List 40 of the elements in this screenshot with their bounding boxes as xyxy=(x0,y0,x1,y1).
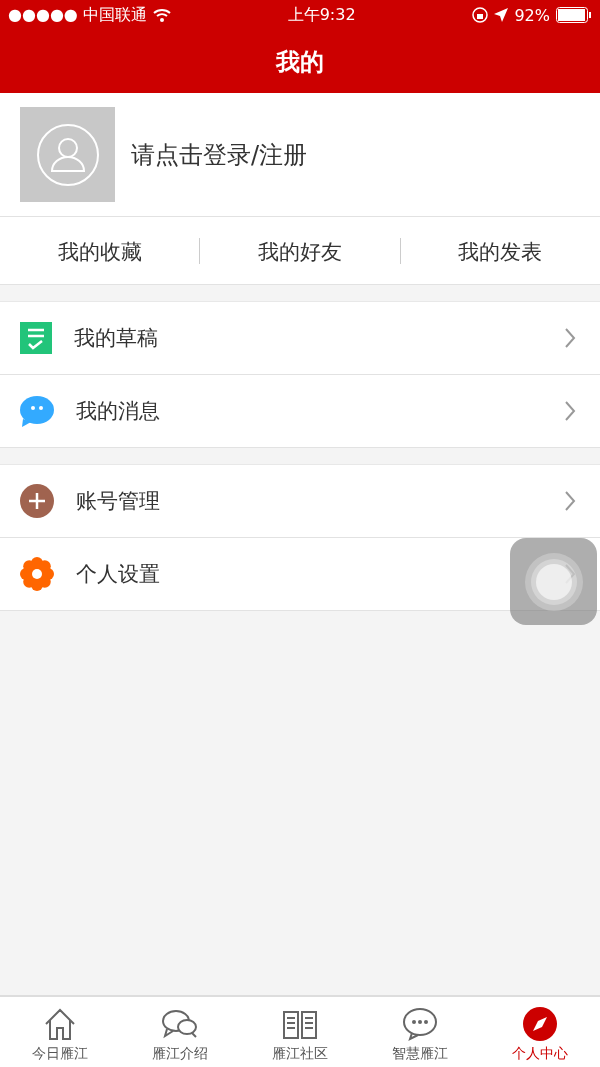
wifi-icon xyxy=(152,8,171,22)
home-icon xyxy=(43,1007,77,1041)
rotation-lock-icon xyxy=(472,7,489,23)
quick-link[interactable]: 我的好友 xyxy=(199,237,400,264)
tab-item[interactable]: 今日雁江 xyxy=(0,997,120,1067)
checklist-icon xyxy=(20,322,52,354)
menu-row[interactable]: 个人设置 xyxy=(0,538,600,610)
tab-item[interactable]: 个人中心 xyxy=(480,997,600,1067)
quick-link[interactable]: 我的收藏 xyxy=(0,237,200,264)
battery-icon xyxy=(556,7,592,23)
menu-row[interactable]: 账号管理 xyxy=(0,465,600,538)
menu-label: 个人设置 xyxy=(76,561,161,588)
login-link[interactable]: 请点击登录/注册 xyxy=(131,138,308,171)
tab-item[interactable]: 智慧雁江 xyxy=(360,997,480,1067)
chevron-right-icon xyxy=(564,400,576,422)
chat-bubble-icon xyxy=(20,395,54,427)
chevron-right-icon xyxy=(564,327,576,349)
ring-icon xyxy=(523,551,584,612)
carrier-name: ●●●●● 中国联通 xyxy=(8,4,147,26)
menu-label: 我的消息 xyxy=(76,398,161,425)
tab-item[interactable]: 雁江社区 xyxy=(240,997,360,1067)
avatar-placeholder[interactable] xyxy=(20,107,115,202)
gear-icon xyxy=(20,557,54,591)
user-icon xyxy=(35,122,100,187)
clock-time: 上午9:32 xyxy=(287,4,356,26)
menu-label: 账号管理 xyxy=(76,488,161,515)
floating-touch-button[interactable] xyxy=(510,538,597,625)
menu-row[interactable]: 我的消息 xyxy=(0,375,600,447)
location-arrow-icon xyxy=(494,8,509,22)
quick-link[interactable]: 我的发表 xyxy=(399,237,600,264)
compass-icon xyxy=(523,1007,557,1041)
tab-item[interactable]: 雁江介绍 xyxy=(120,997,240,1067)
menu-row[interactable]: 我的草稿 xyxy=(0,302,600,375)
page-title: 我的 xyxy=(275,46,325,78)
chevron-right-icon xyxy=(564,563,576,585)
speech-bubble-icon xyxy=(402,1007,438,1041)
battery-percent: 92% xyxy=(514,5,550,25)
plus-circle-icon xyxy=(20,484,54,518)
chevron-right-icon xyxy=(564,490,576,512)
menu-label: 我的草稿 xyxy=(74,325,159,352)
